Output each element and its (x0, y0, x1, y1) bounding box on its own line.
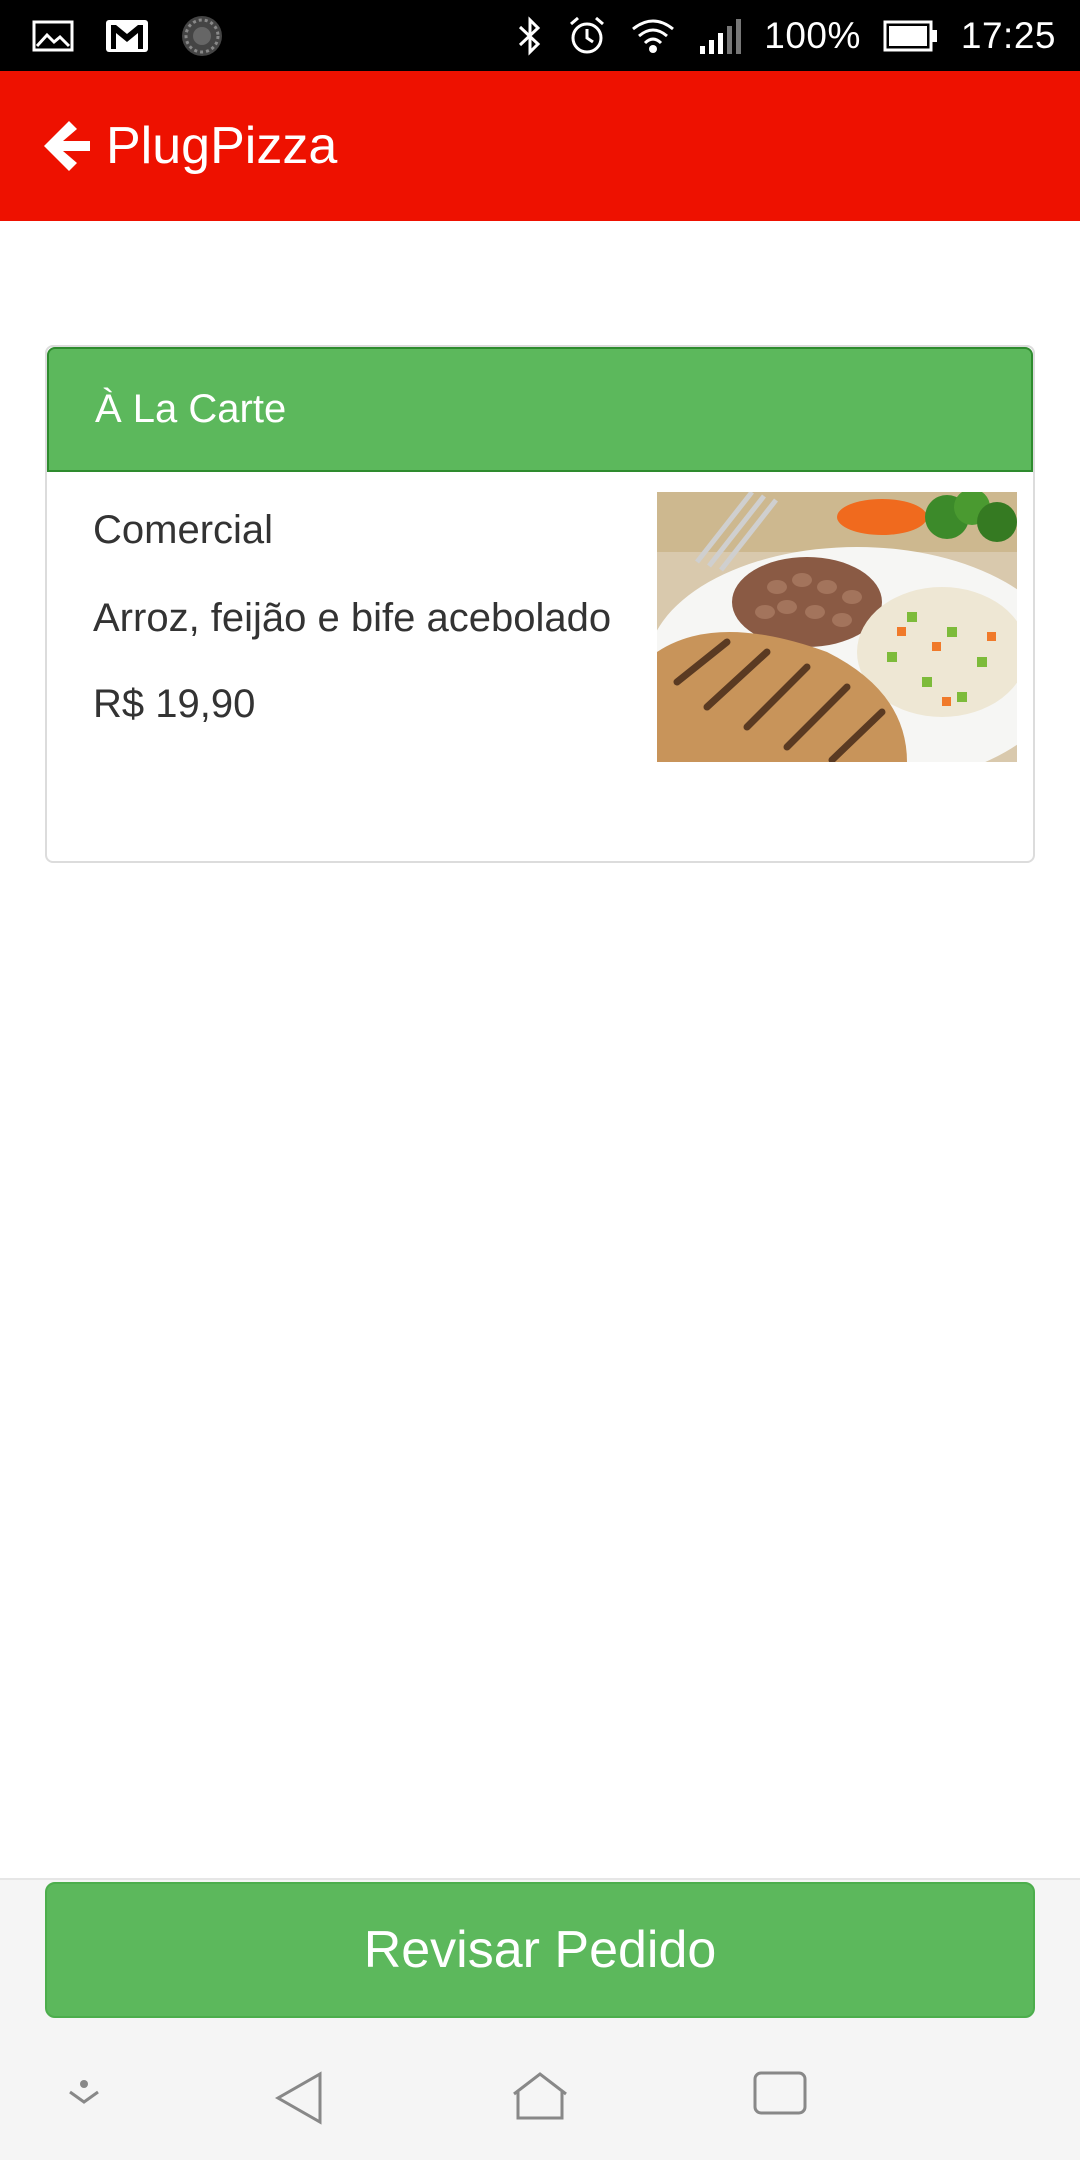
battery-percent: 100% (764, 14, 861, 56)
gallery-icon (32, 19, 74, 53)
section-title: À La Carte (95, 387, 287, 431)
sync-icon (180, 14, 224, 58)
item-name: Comercial (93, 508, 274, 552)
status-bar: 100% 17:25 (0, 0, 1080, 71)
signal-icon (698, 16, 742, 56)
notification-down-icon[interactable] (60, 2070, 108, 2110)
back-triangle-icon[interactable] (274, 2070, 324, 2126)
app-bar: PlugPizza (0, 71, 1080, 221)
review-order-button[interactable]: Revisar Pedido (45, 1882, 1035, 2018)
clock: 17:25 (960, 14, 1056, 56)
status-left (32, 14, 224, 58)
food-photo (657, 492, 1017, 762)
home-icon[interactable] (510, 2070, 570, 2122)
section-header: À La Carte (47, 347, 1033, 472)
back-button[interactable]: PlugPizza (44, 116, 337, 176)
menu-section-card: À La Carte Comercial Arroz, feijão e bif… (45, 345, 1035, 863)
status-right: 100% 17:25 (516, 15, 1056, 57)
arrow-left-icon (44, 121, 92, 171)
battery-icon (883, 19, 939, 53)
app-title: PlugPizza (106, 117, 338, 175)
recents-icon[interactable] (752, 2070, 808, 2116)
item-description: Arroz, feijão e bife acebolado (93, 596, 612, 640)
item-info: Comercial Arroz, feijão e bife acebolado… (93, 502, 653, 732)
item-price: R$ 19,90 (93, 682, 256, 726)
wifi-icon (630, 16, 676, 56)
gmail-icon (104, 18, 150, 54)
alarm-icon (566, 15, 608, 57)
navigation-bar (0, 2040, 1080, 2160)
bluetooth-icon (516, 15, 544, 56)
